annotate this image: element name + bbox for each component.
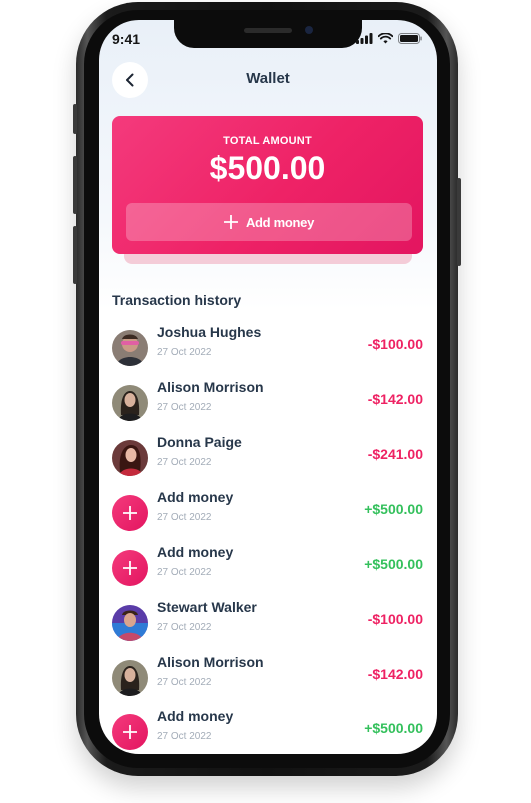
transaction-date: 27 Oct 2022 [157,457,212,468]
transaction-amount: -$100.00 [367,336,423,352]
transaction-date: 27 Oct 2022 [157,567,212,578]
transaction-row[interactable]: Add money 27 Oct 2022 +$500.00 [112,489,423,531]
transaction-name: Alison Morrison [157,379,264,395]
transaction-amount: -$100.00 [367,611,423,627]
transaction-amount: +$500.00 [364,556,423,572]
transaction-row[interactable]: Alison Morrison 27 Oct 2022 -$142.00 [112,379,423,421]
transaction-name: Add money [157,489,234,505]
avatar-joshua [112,330,148,366]
transaction-amount: -$142.00 [367,391,423,407]
plus-icon [112,495,148,531]
avatar-alison [112,385,148,421]
volume-up-button [73,156,77,214]
transaction-date: 27 Oct 2022 [157,622,212,633]
power-button [457,178,461,266]
transaction-row[interactable]: Add money 27 Oct 2022 +$500.00 [112,708,423,750]
transaction-amount: -$142.00 [367,666,423,682]
transaction-row[interactable]: Add money 27 Oct 2022 +$500.00 [112,544,423,586]
transaction-name: Alison Morrison [157,654,264,670]
transaction-date: 27 Oct 2022 [157,677,212,688]
volume-down-button [73,226,77,284]
transaction-name: Add money [157,544,234,560]
transaction-row[interactable]: Donna Paige 27 Oct 2022 -$241.00 [112,434,423,476]
avatar-stewart [112,605,148,641]
transaction-date: 27 Oct 2022 [157,402,212,413]
mute-switch [73,104,77,134]
transaction-name: Joshua Hughes [157,324,262,340]
transaction-date: 27 Oct 2022 [157,347,212,358]
plus-icon [112,550,148,586]
transaction-name: Stewart Walker [157,599,257,615]
transaction-name: Add money [157,708,234,724]
transaction-amount: -$241.00 [367,446,423,462]
transaction-amount: +$500.00 [364,501,423,517]
app-screen: 9:41 Wallet TOTAL AMOUNT $500.00 Add mon… [99,20,437,754]
transaction-amount: +$500.00 [364,720,423,736]
transaction-name: Donna Paige [157,434,242,450]
transaction-list: Joshua Hughes 27 Oct 2022 -$100.00 Aliso… [99,20,437,754]
avatar-alison [112,660,148,696]
transaction-row[interactable]: Alison Morrison 27 Oct 2022 -$142.00 [112,654,423,696]
plus-icon [112,714,148,750]
transaction-row[interactable]: Joshua Hughes 27 Oct 2022 -$100.00 [112,324,423,366]
avatar-donna [112,440,148,476]
transaction-date: 27 Oct 2022 [157,512,212,523]
transaction-row[interactable]: Stewart Walker 27 Oct 2022 -$100.00 [112,599,423,641]
transaction-date: 27 Oct 2022 [157,731,212,742]
